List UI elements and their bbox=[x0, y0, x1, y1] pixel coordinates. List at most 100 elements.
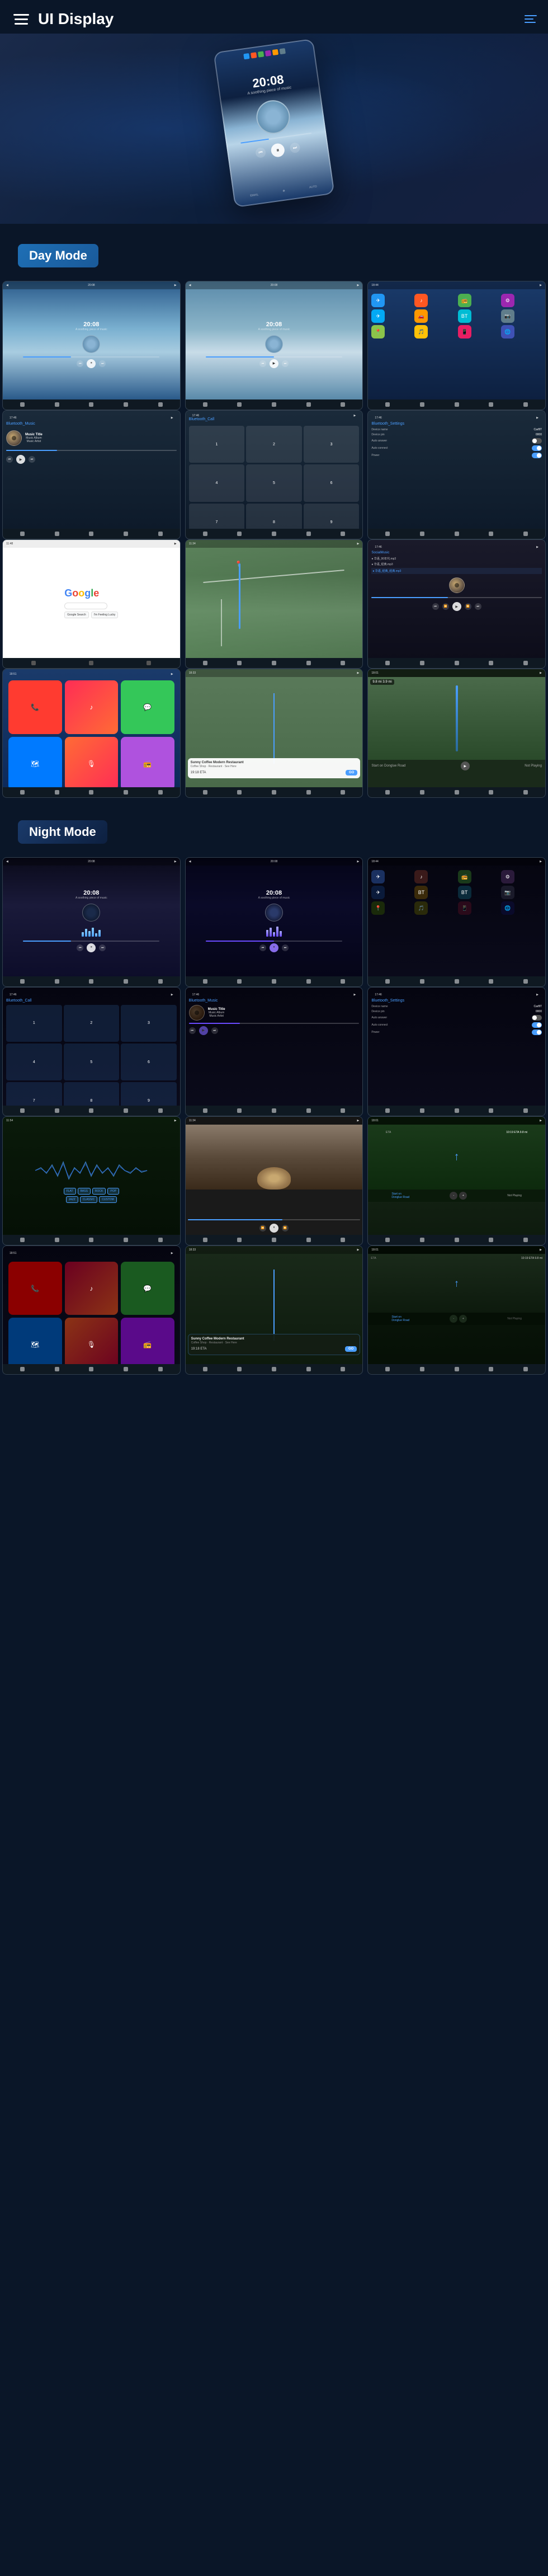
google-lucky-btn[interactable]: I'm Feeling Lucky bbox=[91, 612, 119, 618]
eq-preset-btn[interactable]: BASS bbox=[78, 1188, 91, 1195]
prev-button[interactable]: ⏮ bbox=[259, 944, 266, 951]
app-icon[interactable]: 📷 bbox=[501, 309, 514, 323]
dialpad-5[interactable]: 5 bbox=[64, 1043, 120, 1080]
app-icon[interactable]: 📻 bbox=[458, 870, 471, 883]
media-controls[interactable]: ⏮ ▶ ⏭ bbox=[259, 359, 289, 368]
google-search-bar[interactable] bbox=[64, 603, 107, 609]
auto-answer-toggle[interactable] bbox=[532, 1015, 542, 1021]
maps-app[interactable]: 🗺 bbox=[8, 1318, 62, 1364]
dialpad-7[interactable]: 7 bbox=[6, 1082, 62, 1105]
eq-preset-btn[interactable]: CUSTOM bbox=[99, 1196, 117, 1203]
app-icon[interactable]: ✈ bbox=[371, 886, 385, 899]
play-pause-button[interactable]: ⏸ bbox=[87, 943, 96, 952]
dialpad-4[interactable]: 4 bbox=[189, 464, 245, 501]
forward-button[interactable]: ⏩ bbox=[465, 603, 471, 610]
app-icon[interactable]: ♪ bbox=[414, 870, 428, 883]
dialpad-4[interactable]: 4 bbox=[6, 1043, 62, 1080]
eq-preset-btn[interactable]: ROCK bbox=[92, 1188, 106, 1195]
phone-app[interactable]: 📞 bbox=[8, 680, 62, 734]
dialpad-2[interactable]: 2 bbox=[246, 426, 302, 463]
dialpad-1[interactable]: 1 bbox=[6, 1005, 62, 1042]
app-icon[interactable]: 🎵 bbox=[414, 901, 428, 915]
app-icon[interactable]: 📻 bbox=[458, 294, 471, 307]
prev-button[interactable]: ⏮ bbox=[259, 360, 266, 367]
play-button[interactable]: ▶ bbox=[270, 359, 278, 368]
play-pause-button[interactable]: ⏸ bbox=[87, 359, 96, 368]
play-pause-button[interactable]: ⏸ bbox=[270, 943, 278, 952]
app-icon[interactable]: ✈ bbox=[371, 870, 385, 883]
dialpad-8[interactable]: 8 bbox=[246, 504, 302, 529]
eq-preset-btn[interactable]: POP bbox=[107, 1188, 119, 1195]
play-button[interactable]: ▶ bbox=[452, 602, 461, 611]
app-icon[interactable]: 🚗 bbox=[414, 309, 428, 323]
auto-connect-toggle[interactable] bbox=[532, 1022, 542, 1028]
app-icon[interactable]: ✈ bbox=[371, 309, 385, 323]
prev-button[interactable]: ⏮ bbox=[6, 456, 13, 463]
go-button[interactable]: GO bbox=[346, 770, 357, 775]
menu-button[interactable] bbox=[11, 9, 31, 29]
eq-preset-btn[interactable]: JAZZ bbox=[66, 1196, 78, 1203]
media-controls[interactable]: ⏮ ▶ ⏭ bbox=[189, 1026, 360, 1035]
play-button[interactable]: ▶ bbox=[199, 1026, 208, 1035]
play-pause-btn[interactable]: ⏸ bbox=[270, 1224, 278, 1233]
app-icon[interactable]: 📍 bbox=[371, 901, 385, 915]
messages-app[interactable]: 💬 bbox=[121, 1262, 174, 1315]
prev-button[interactable]: ⏮ bbox=[432, 603, 439, 610]
media-controls[interactable]: ⏮ ⏪ ▶ ⏩ ⏭ bbox=[371, 602, 542, 611]
next-button[interactable]: ⏭ bbox=[99, 360, 106, 367]
app-icon[interactable]: 🌐 bbox=[501, 325, 514, 339]
rewind-button[interactable]: ⏪ bbox=[442, 603, 449, 610]
app-icon[interactable]: ⚙ bbox=[501, 294, 514, 307]
podcast-app[interactable]: 🎙 bbox=[65, 1318, 119, 1364]
dialpad-5[interactable]: 5 bbox=[246, 464, 302, 501]
app-icon[interactable]: 🌐 bbox=[501, 901, 514, 915]
media-controls[interactable]: ⏮ ▶ ⏭ bbox=[6, 455, 177, 464]
google-search-btn[interactable]: Google Search bbox=[64, 612, 88, 618]
radio-app[interactable]: 📻 bbox=[121, 1318, 174, 1364]
app-icon[interactable]: BT bbox=[458, 309, 471, 323]
map-zoom-in[interactable]: + bbox=[459, 1192, 467, 1200]
app-icon[interactable]: 📍 bbox=[371, 325, 385, 339]
dialpad-2[interactable]: 2 bbox=[64, 1005, 120, 1042]
auto-answer-toggle[interactable] bbox=[532, 438, 542, 444]
video-controls[interactable]: ⏪ ⏸ ⏩ bbox=[188, 1224, 361, 1233]
fast-forward-btn[interactable]: ⏩ bbox=[282, 1225, 289, 1231]
app-icon[interactable]: BT bbox=[414, 886, 428, 899]
next-button[interactable]: ⏭ bbox=[29, 456, 35, 463]
next-button[interactable]: ⏭ bbox=[282, 360, 289, 367]
next-button[interactable]: ⏭ bbox=[99, 944, 106, 951]
next-button[interactable]: ⏭ bbox=[282, 944, 289, 951]
podcast-app[interactable]: 🎙 bbox=[65, 737, 119, 788]
map-zoom-out[interactable]: - bbox=[450, 1192, 457, 1200]
app-icon[interactable]: ⚙ bbox=[501, 870, 514, 883]
prev-button[interactable]: ⏮ bbox=[77, 944, 83, 951]
maps-app[interactable]: 🗺 bbox=[8, 737, 62, 788]
dialpad-1[interactable]: 1 bbox=[189, 426, 245, 463]
prev-button[interactable]: ⏮ bbox=[189, 1027, 196, 1034]
dialpad-6[interactable]: 6 bbox=[304, 464, 360, 501]
dialpad-9[interactable]: 9 bbox=[304, 504, 360, 529]
eq-preset-btn[interactable]: FLAT bbox=[64, 1188, 76, 1195]
music-app[interactable]: ♪ bbox=[65, 680, 119, 734]
power-toggle[interactable] bbox=[532, 453, 542, 458]
app-icon[interactable]: ✈ bbox=[371, 294, 385, 307]
dialpad-3[interactable]: 3 bbox=[121, 1005, 177, 1042]
app-icon[interactable]: 📱 bbox=[458, 325, 471, 339]
media-controls[interactable]: ⏮ ⏸ ⏭ bbox=[259, 943, 289, 952]
media-controls[interactable]: ⏮ ⏸ ⏭ bbox=[77, 943, 106, 952]
dialpad-7[interactable]: 7 bbox=[189, 504, 245, 529]
app-icon[interactable]: ♪ bbox=[414, 294, 428, 307]
app-icon[interactable]: 📱 bbox=[458, 901, 471, 915]
messages-app[interactable]: 💬 bbox=[121, 680, 174, 734]
next-button[interactable]: ⏭ bbox=[211, 1027, 218, 1034]
prev-button[interactable]: ⏮ bbox=[77, 360, 83, 367]
eq-preset-btn[interactable]: CLASSIC bbox=[80, 1196, 97, 1203]
app-icon[interactable]: 🎵 bbox=[414, 325, 428, 339]
next-button[interactable]: ⏭ bbox=[475, 603, 481, 610]
dialpad-9[interactable]: 9 bbox=[121, 1082, 177, 1105]
radio-app[interactable]: 📻 bbox=[121, 737, 174, 788]
night-zoom-out[interactable]: - bbox=[450, 1315, 457, 1323]
dialpad-6[interactable]: 6 bbox=[121, 1043, 177, 1080]
phone-app[interactable]: 📞 bbox=[8, 1262, 62, 1315]
nav-play-btn[interactable]: ▶ bbox=[461, 761, 470, 770]
